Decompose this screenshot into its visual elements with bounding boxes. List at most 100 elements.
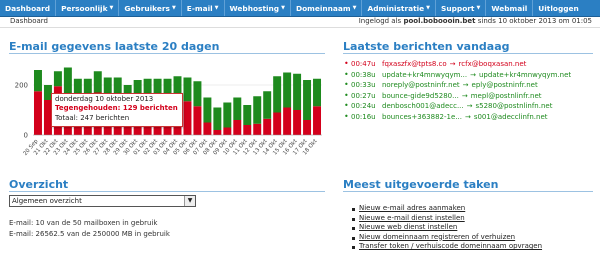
nav-item-administratie[interactable]: Administratie ▼ — [362, 0, 437, 16]
nav-item-label: Webmail — [491, 3, 528, 13]
message-time: 00:33u — [351, 81, 376, 89]
chart-bar-segment — [93, 71, 102, 93]
chart-bar-segment — [53, 71, 62, 87]
message-time: 00:27u — [351, 91, 376, 100]
tasks-section-title: Meest uitgevoerde taken — [343, 178, 499, 191]
chart-bar-segment — [253, 96, 262, 124]
task-link[interactable]: Nieuw e-mail adres aanmaken — [359, 204, 465, 212]
message-time: 00:16u — [351, 112, 376, 121]
chart-bar-segment — [283, 72, 292, 108]
nav-item-label: Gebruikers — [124, 3, 170, 13]
chart-bar-segment — [213, 107, 222, 130]
bullet-icon: • — [344, 90, 349, 100]
chart-bar-segment — [233, 120, 242, 135]
chart-bar-segment — [223, 102, 232, 128]
overview-select-value: Algemeen overzicht — [12, 197, 82, 205]
chart-bar-segment — [203, 122, 212, 135]
arrow-right-icon: → — [464, 112, 471, 121]
chart-bar-segment — [263, 118, 272, 135]
nav-item-support[interactable]: Support ▼ — [436, 0, 487, 16]
y-tick-label: 200 — [15, 82, 28, 90]
message-recipient: rcfx@boqxasan.net — [458, 60, 527, 68]
nav-item-label: E-mail — [186, 3, 213, 13]
section-divider — [343, 191, 593, 192]
nav-item-domeinnaam[interactable]: Domeinnaam ▼ — [291, 0, 363, 16]
task-link[interactable]: Transfer token / verhuiscode domeinnaam … — [359, 242, 542, 250]
nav-item-label: Persoonlijk — [61, 3, 108, 13]
message-sender: noreply@postninfr.net — [382, 81, 460, 89]
message-sender: fqxaszfx@tpts8.co — [382, 60, 447, 68]
overview-section-title: Overzicht — [9, 178, 69, 191]
arrow-right-icon: → — [462, 81, 469, 89]
task-item: Nieuwe web dienst instellen — [351, 223, 542, 233]
message-time: 00:38u — [351, 70, 376, 79]
task-link[interactable]: Nieuwe web dienst instellen — [359, 223, 457, 231]
task-link[interactable]: Nieuwe e-mail dienst instellen — [359, 214, 465, 222]
message-item[interactable]: • 00:38u update+kr4mnwyqym... → update+kr4mn… — [344, 70, 594, 81]
login-info: Ingelogd als pool.boboooin.bet sinds 10 … — [359, 17, 592, 25]
y-tick-label: 0 — [24, 132, 28, 140]
nav-item-webhosting[interactable]: Webhosting ▼ — [225, 0, 291, 16]
message-sender: bounce-gide9d5280... — [382, 91, 459, 100]
message-item[interactable]: • 00:33u noreply@postninfr.net → eply@postni… — [344, 80, 594, 91]
message-item[interactable]: • 00:24u denbosch001@adecc... → s5280@postnl… — [344, 101, 594, 112]
overview-select[interactable]: Algemeen overzicht ▼ — [9, 195, 196, 207]
message-time: 00:47u — [351, 60, 376, 68]
arrow-right-icon: → — [466, 102, 473, 110]
message-recipient: update+kr4mnwyqym.net — [479, 70, 572, 79]
bullet-icon: • — [344, 69, 349, 79]
chart-bar-segment — [183, 77, 192, 102]
login-prefix: Ingelogd als — [358, 17, 402, 25]
section-divider — [9, 191, 325, 192]
arrow-right-icon: → — [470, 70, 476, 79]
nav-item-uitloggen[interactable]: Uitloggen — [533, 0, 584, 16]
message-recipient: s5280@postnlinfn.net — [475, 102, 553, 110]
messages-list: • 00:47u fqxaszfx@tpts8.co → rcfx@boqxasan.n… — [344, 59, 594, 122]
message-recipient: eply@postninfr.net — [471, 81, 538, 89]
chart-bar-segment — [303, 80, 312, 120]
message-sender: bounces+363882-1e... — [382, 112, 462, 121]
section-divider — [343, 53, 593, 54]
nav-item-email[interactable]: E-mail ▼ — [182, 0, 225, 16]
message-item[interactable]: • 00:27u bounce-gide9d5280... → mepl@postnli… — [344, 91, 594, 102]
nav-item-gebruikers[interactable]: Gebruikers ▼ — [119, 0, 182, 16]
message-sender: denbosch001@adecc... — [382, 102, 464, 110]
chart-bar-segment — [243, 125, 252, 135]
task-item: Nieuw e-mail adres aanmaken — [351, 204, 542, 214]
top-navigation-bar: Dashboard Persoonlijk ▼ Gebruikers ▼ E-mai… — [0, 0, 600, 17]
tooltip-date: donderdag 10 oktober 2013 — [55, 95, 154, 103]
nav-item-label: Webhosting — [229, 3, 280, 13]
chart-bar-segment — [183, 101, 192, 135]
message-recipient: mepl@postnlinfr.net — [470, 91, 542, 100]
bullet-icon: • — [344, 59, 349, 68]
chart-bar-segment — [303, 120, 312, 135]
storage-usage-text: E-mail: 26562.5 van de 250000 MB in gebr… — [9, 230, 170, 238]
message-recipient: s001@adecclinfn.net — [473, 112, 548, 121]
login-suffix: sinds 10 oktober 2013 om 01:05 — [477, 17, 592, 25]
chart-bar-segment — [193, 106, 202, 135]
caret-down-icon: ▼ — [171, 5, 176, 11]
chart-bar-segment — [253, 123, 262, 135]
nav-item-webmail[interactable]: Webmail — [486, 0, 534, 16]
chart-bar-segment — [273, 76, 282, 113]
tasks-list: Nieuw e-mail adres aanmaken Nieuwe e-mail… — [351, 204, 542, 252]
chart-bar-segment — [203, 97, 212, 123]
chart-bar-segment — [33, 70, 42, 92]
tooltip-blocked: Tegengehouden: 129 berichten — [55, 104, 178, 113]
caret-down-icon: ▼ — [214, 5, 219, 11]
nav-item-persoonlijk[interactable]: Persoonlijk ▼ — [56, 0, 120, 16]
message-item[interactable]: • 00:47u fqxaszfx@tpts8.co → rcfx@boqxasan.n… — [344, 59, 594, 70]
message-item[interactable]: • 00:16u bounces+363882-1e... → s001@adeccli… — [344, 112, 594, 123]
nav-item-label: Dashboard — [5, 3, 51, 13]
bullet-icon: • — [344, 101, 349, 110]
chart-bar-segment — [223, 127, 232, 135]
bullet-icon: • — [344, 80, 349, 89]
arrow-right-icon: → — [449, 60, 456, 68]
chart-bar-segment — [213, 130, 222, 135]
nav-item-dashboard[interactable]: Dashboard — [0, 0, 57, 16]
nav-item-label: Domeinnaam — [295, 3, 351, 13]
chart-bar-segment — [233, 97, 242, 120]
message-time: 00:24u — [351, 102, 376, 110]
task-link[interactable]: Nieuw domeinnaam registreren of verhuize… — [359, 233, 515, 241]
caret-down-icon: ▼ — [476, 5, 481, 11]
